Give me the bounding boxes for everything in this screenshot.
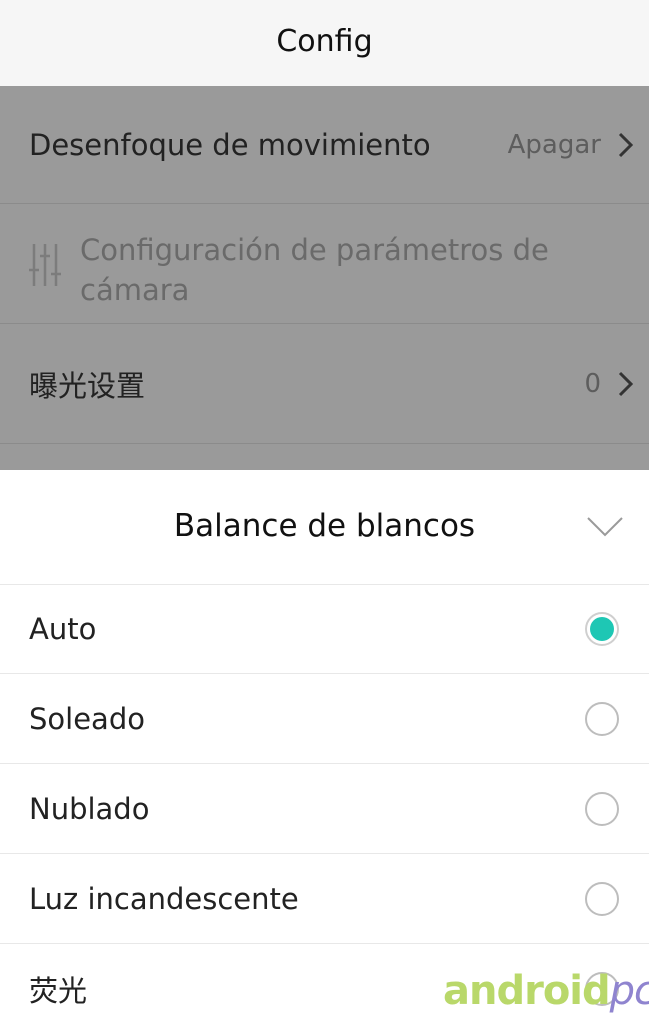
sliders-icon — [29, 244, 61, 286]
setting-motion-blur[interactable]: Desenfoque de movimiento Apagar — [0, 86, 649, 204]
white-balance-sheet: Balance de blancos Auto Soleado Nublado … — [0, 470, 649, 1024]
option-luz-incandescente[interactable]: Luz incandescente — [0, 854, 649, 944]
watermark-logo: androidpc — [443, 968, 649, 1024]
option-label: 荧光 — [29, 974, 88, 1008]
setting-label: 曝光设置 — [29, 368, 146, 403]
setting-value: Apagar — [507, 129, 601, 160]
setting-value: 0 — [584, 368, 601, 399]
chevron-right-icon — [618, 132, 634, 157]
option-auto[interactable]: Auto — [0, 584, 649, 674]
radio-icon[interactable] — [585, 701, 619, 736]
option-label: Soleado — [29, 701, 145, 736]
sheet-header: Balance de blancos — [0, 470, 649, 585]
top-bar: Config — [0, 0, 649, 86]
radio-icon[interactable] — [585, 881, 619, 916]
chevron-right-icon — [618, 371, 634, 396]
setting-label: Desenfoque de movimiento — [29, 127, 431, 162]
chevron-down-icon[interactable] — [586, 516, 624, 538]
setting-exposure[interactable]: 曝光设置 0 — [0, 324, 649, 444]
option-label: Auto — [29, 611, 97, 646]
page-title: Config — [276, 23, 373, 59]
radio-selected-icon[interactable] — [585, 611, 619, 646]
setting-label: Configuración de parámetros de cámara — [80, 233, 549, 307]
setting-row-partial — [0, 444, 649, 470]
watermark-text: android — [443, 968, 611, 1014]
setting-camera-params[interactable]: Configuración de parámetros de cámara — [0, 204, 649, 324]
watermark-text: pc — [609, 968, 649, 1014]
option-label: Luz incandescente — [29, 881, 299, 916]
sheet-title: Balance de blancos — [173, 508, 476, 544]
option-label: Nublado — [29, 791, 150, 826]
settings-list: Desenfoque de movimiento Apagar Configur… — [0, 86, 649, 470]
option-nublado[interactable]: Nublado — [0, 764, 649, 854]
radio-icon[interactable] — [585, 791, 619, 826]
option-soleado[interactable]: Soleado — [0, 674, 649, 764]
